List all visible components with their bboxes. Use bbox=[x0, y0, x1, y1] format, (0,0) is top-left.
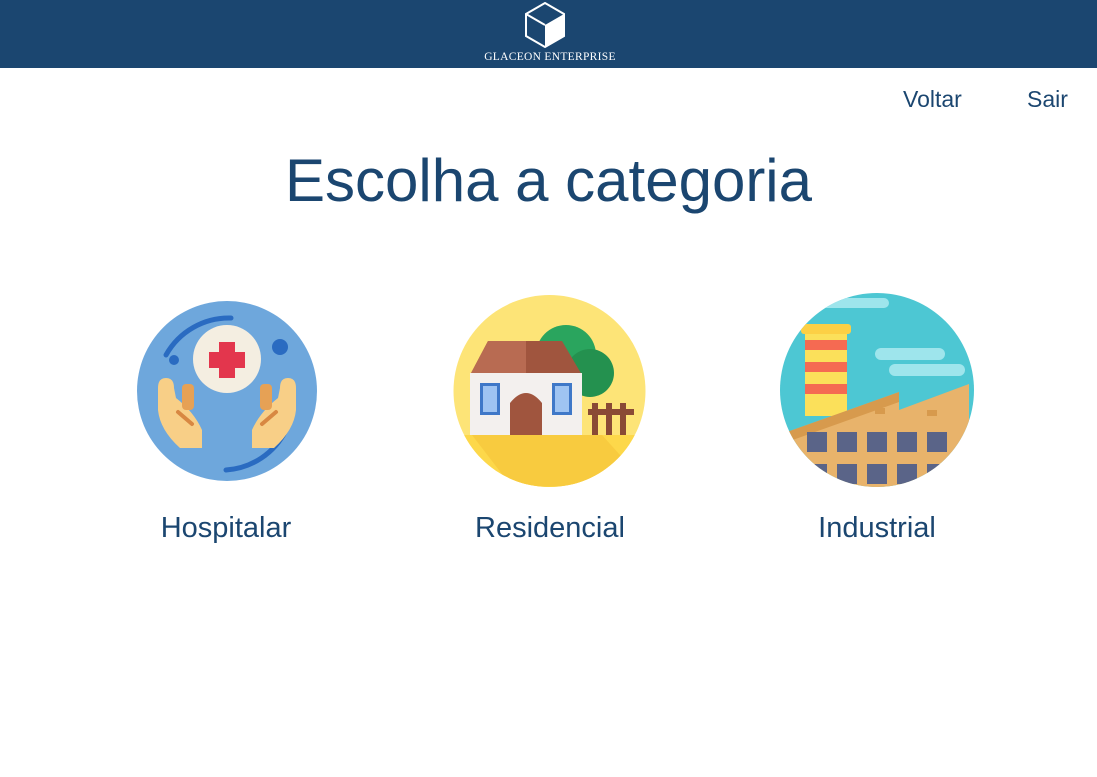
company-logo[interactable]: GLACEON ENTERPRISE bbox=[479, 2, 621, 64]
back-link[interactable]: Voltar bbox=[903, 86, 962, 113]
category-card-industrial[interactable]: Industrial bbox=[757, 290, 997, 552]
house-icon bbox=[453, 295, 646, 487]
logo-text: GLACEON ENTERPRISE bbox=[484, 51, 616, 63]
category-label: Residencial bbox=[475, 512, 625, 544]
factory-icon bbox=[780, 293, 974, 487]
top-bar: GLACEON ENTERPRISE bbox=[0, 0, 1097, 68]
cube-logo-icon bbox=[525, 2, 565, 48]
category-card-residencial[interactable]: Residencial bbox=[430, 290, 670, 552]
category-label: Hospitalar bbox=[160, 512, 292, 544]
category-label: Industrial bbox=[818, 512, 936, 544]
hands-medical-cross-icon bbox=[137, 301, 317, 481]
category-card-hospitalar[interactable]: Hospitalar bbox=[106, 290, 346, 552]
page-title: Escolha a categoria bbox=[285, 147, 812, 214]
exit-link[interactable]: Sair bbox=[1027, 86, 1068, 113]
